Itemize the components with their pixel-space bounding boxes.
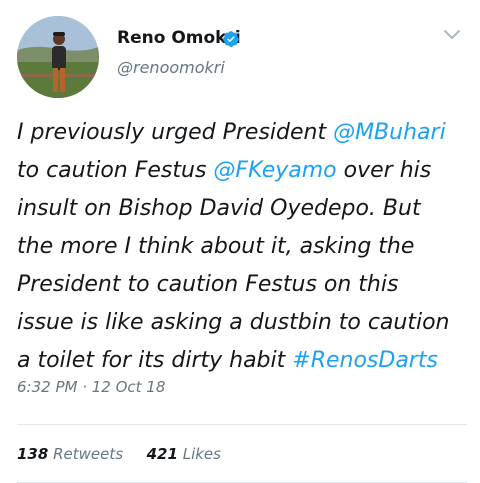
tweet-text-segment: a toilet for its dirty habit — [17, 348, 293, 373]
tweet-timestamp[interactable]: 6:32 PM · 12 Oct 18 — [17, 378, 165, 396]
tweet-text-line: a toilet for its dirty habit #RenosDarts — [17, 342, 467, 380]
tweet-text-segment: to caution Festus — [17, 158, 214, 183]
chevron-down-icon[interactable] — [442, 28, 462, 42]
tweet-text-line: President to caution Festus on this — [17, 266, 467, 304]
likes-stat[interactable]: 421 Likes — [147, 445, 221, 463]
tweet-text: I previously urged President @MBuhari to … — [17, 114, 467, 380]
retweets-label: Retweets — [53, 445, 124, 463]
user-handle[interactable]: @renoomokri — [117, 58, 225, 77]
tweet-text-segment: I previously urged President — [17, 120, 334, 145]
retweets-count: 138 — [17, 445, 49, 463]
tweet-text-segment: over his — [336, 158, 432, 183]
divider — [17, 424, 467, 425]
mention-link[interactable]: @MBuhari — [333, 120, 446, 145]
tweet-text-line: insult on Bishop David Oyedepo. But — [17, 190, 467, 228]
mention-link[interactable]: @FKeyamo — [213, 158, 336, 183]
hashtag-link[interactable]: #RenosDarts — [292, 348, 438, 373]
tweet-text-segment: President to caution Festus on this — [17, 272, 399, 297]
tweet-text-line: I previously urged President @MBuhari — [17, 114, 467, 152]
tweet-text-line: to caution Festus @FKeyamo over his — [17, 152, 467, 190]
tweet-stats: 138 Retweets 421 Likes — [17, 445, 221, 463]
avatar[interactable] — [17, 16, 99, 98]
tweet-text-segment: insult on Bishop David Oyedepo. But — [17, 196, 421, 221]
likes-count: 421 — [146, 445, 178, 463]
tweet-text-line: issue is like asking a dustbin to cautio… — [17, 304, 467, 342]
tweet-text-line: the more I think about it, asking the — [17, 228, 467, 266]
tweet-card: Reno Omokri @renoomokri I previously urg… — [0, 0, 480, 483]
retweets-stat[interactable]: 138 Retweets — [17, 445, 128, 463]
tweet-text-segment: the more I think about it, asking the — [17, 234, 415, 259]
likes-label: Likes — [182, 445, 221, 463]
verified-badge-icon — [223, 31, 239, 47]
tweet-text-segment: issue is like asking a dustbin to cautio… — [17, 310, 450, 335]
